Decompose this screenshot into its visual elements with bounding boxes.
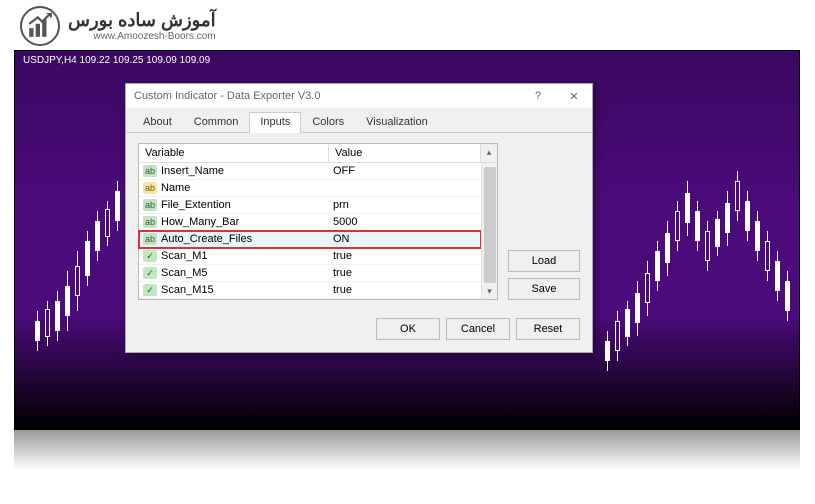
chart-window: USDJPY,H4 109.22 109.25 109.09 109.09 [14,50,800,430]
watermark-subtitle: www.Amoozesh-Boors.com [68,31,216,42]
row-value[interactable]: true [329,267,481,279]
ok-button[interactable]: OK [376,318,440,340]
row-variable: Auto_Create_Files [161,233,252,245]
row-value[interactable]: ON [329,233,481,245]
site-watermark: آموزش ساده بورس www.Amoozesh-Boors.com [20,6,216,46]
type-bool-icon: ✓ [143,284,157,296]
column-header-variable[interactable]: Variable [139,144,329,162]
close-button[interactable]: ✕ [556,84,592,108]
type-string-icon: ab [143,199,157,211]
side-button-group: Load Save [508,143,580,300]
tab-bar: About Common Inputs Colors Visualization [126,108,592,133]
type-bool-icon: ✓ [143,250,157,262]
help-icon: ? [535,90,541,102]
row-value[interactable]: true [329,284,481,296]
type-string-icon: ab [143,216,157,228]
table-header: Variable Value ▴ [139,144,497,163]
inputs-table: Variable Value ▴ ab Insert_Name OFF ab Nam… [138,143,498,300]
indicator-properties-dialog: Custom Indicator - Data Exporter V3.0 ? … [125,83,593,353]
scroll-down-icon[interactable]: ▾ [484,285,496,297]
watermark-title: آموزش ساده بورس [68,10,216,31]
cancel-button[interactable]: Cancel [446,318,510,340]
type-text-icon: ab [143,182,157,194]
table-body: ab Insert_Name OFF ab Name ab File_Extentio… [139,163,481,299]
column-header-value[interactable]: Value [329,144,481,162]
dialog-title: Custom Indicator - Data Exporter V3.0 [134,90,520,102]
row-value[interactable]: true [329,250,481,262]
close-icon: ✕ [569,90,578,103]
save-button[interactable]: Save [508,278,580,300]
scrollbar-thumb[interactable] [484,167,496,283]
dialog-titlebar[interactable]: Custom Indicator - Data Exporter V3.0 ? … [126,84,592,108]
row-value[interactable]: 5000 [329,216,481,228]
tab-about[interactable]: About [132,112,183,132]
type-string-icon: ab [143,165,157,177]
help-button[interactable]: ? [520,84,556,108]
row-variable: Scan_M15 [161,284,214,296]
table-row[interactable]: ab Insert_Name OFF [139,163,481,180]
table-row-highlighted[interactable]: ab Auto_Create_Files ON [139,231,481,248]
tab-colors[interactable]: Colors [301,112,355,132]
dialog-footer: OK Cancel Reset [126,310,592,352]
table-row[interactable]: ab Name [139,180,481,197]
table-row[interactable]: ab File_Extention prn [139,197,481,214]
row-variable: How_Many_Bar [161,216,239,228]
table-row[interactable]: ab How_Many_Bar 5000 [139,214,481,231]
tab-common[interactable]: Common [183,112,250,132]
scroll-up-icon[interactable]: ▴ [483,146,495,158]
type-string-icon: ab [143,233,157,245]
load-button[interactable]: Load [508,250,580,272]
row-value[interactable]: OFF [329,165,481,177]
reset-button[interactable]: Reset [516,318,580,340]
row-variable: Name [161,182,190,194]
table-row[interactable]: ✓ Scan_M15 true [139,282,481,299]
table-row[interactable]: ✓ Scan_M5 true [139,265,481,282]
bottom-shadow [14,430,800,470]
type-bool-icon: ✓ [143,267,157,279]
table-scrollbar[interactable]: ▾ [481,163,497,299]
tab-inputs[interactable]: Inputs [249,112,301,133]
row-value[interactable]: prn [329,199,481,211]
row-variable: Insert_Name [161,165,224,177]
table-row[interactable]: ✓ Scan_M1 true [139,248,481,265]
row-variable: Scan_M1 [161,250,207,262]
row-variable: Scan_M5 [161,267,207,279]
tab-visualization[interactable]: Visualization [355,112,439,132]
row-variable: File_Extention [161,199,231,211]
watermark-logo-icon [20,6,60,46]
